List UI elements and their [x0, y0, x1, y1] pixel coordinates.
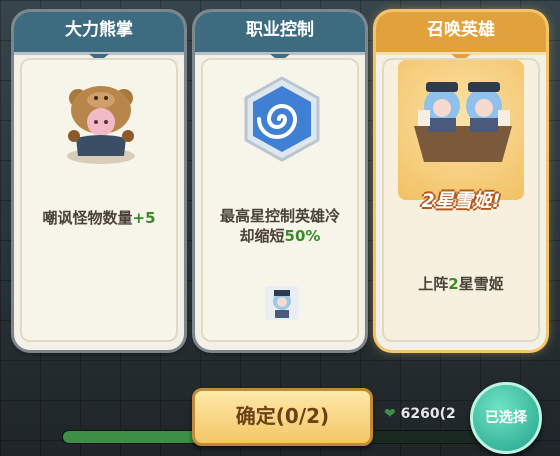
card-summon-hero[interactable]: 召唤英雄 2星雪姬! 上阵2星雪姬 [376, 12, 546, 350]
desc-text: 星雪姬 [458, 275, 504, 293]
card-title: 职业控制 [195, 12, 365, 62]
card-body: 嘲讽怪物数量+5 [20, 58, 178, 342]
card-title: 召唤英雄 [376, 12, 546, 62]
snow-princess-mini-avatar-icon [265, 286, 299, 320]
card-body: 2星雪姬! 上阵2星雪姬 [382, 58, 540, 342]
selected-button[interactable]: 已选择 [470, 382, 542, 454]
desc-text: 却缩短 [239, 227, 285, 245]
card-bear-paw[interactable]: 大力熊掌 嘲讽怪物数量+5 [14, 12, 184, 350]
confirm-button[interactable]: 确定(0/2) [192, 388, 373, 446]
bear-hero-portrait-icon [67, 86, 135, 164]
desc-text: 嘲讽怪物数量 [42, 209, 133, 227]
desc-highlight: +5 [132, 209, 156, 227]
desc-highlight: 2 [448, 275, 459, 293]
card-title: 大力熊掌 [14, 12, 184, 62]
power-readout: ❤ 6260(2 [384, 406, 456, 422]
banner-text: 2星雪姬! [421, 190, 501, 212]
card-body: 最高星控制英雄冷 却缩短50% [201, 58, 359, 342]
card-description: 最高星控制英雄冷 却缩短50% [203, 206, 357, 246]
desc-line-1: 最高星控制英雄冷 [219, 207, 340, 225]
card-description: 嘲讽怪物数量+5 [22, 208, 176, 228]
card-description: 上阵2星雪姬 [384, 274, 538, 294]
desc-text: 上阵 [418, 275, 449, 293]
power-value: 6260(2 [400, 406, 456, 422]
card-class-control[interactable]: 职业控制 最高星控制英雄冷 却缩短50% [195, 12, 365, 350]
heart-icon: ❤ [384, 406, 396, 422]
snow-princess-duo-portrait-icon [414, 82, 512, 162]
swirl-hexagon-icon [244, 76, 320, 162]
desc-highlight: 50% [284, 227, 321, 245]
